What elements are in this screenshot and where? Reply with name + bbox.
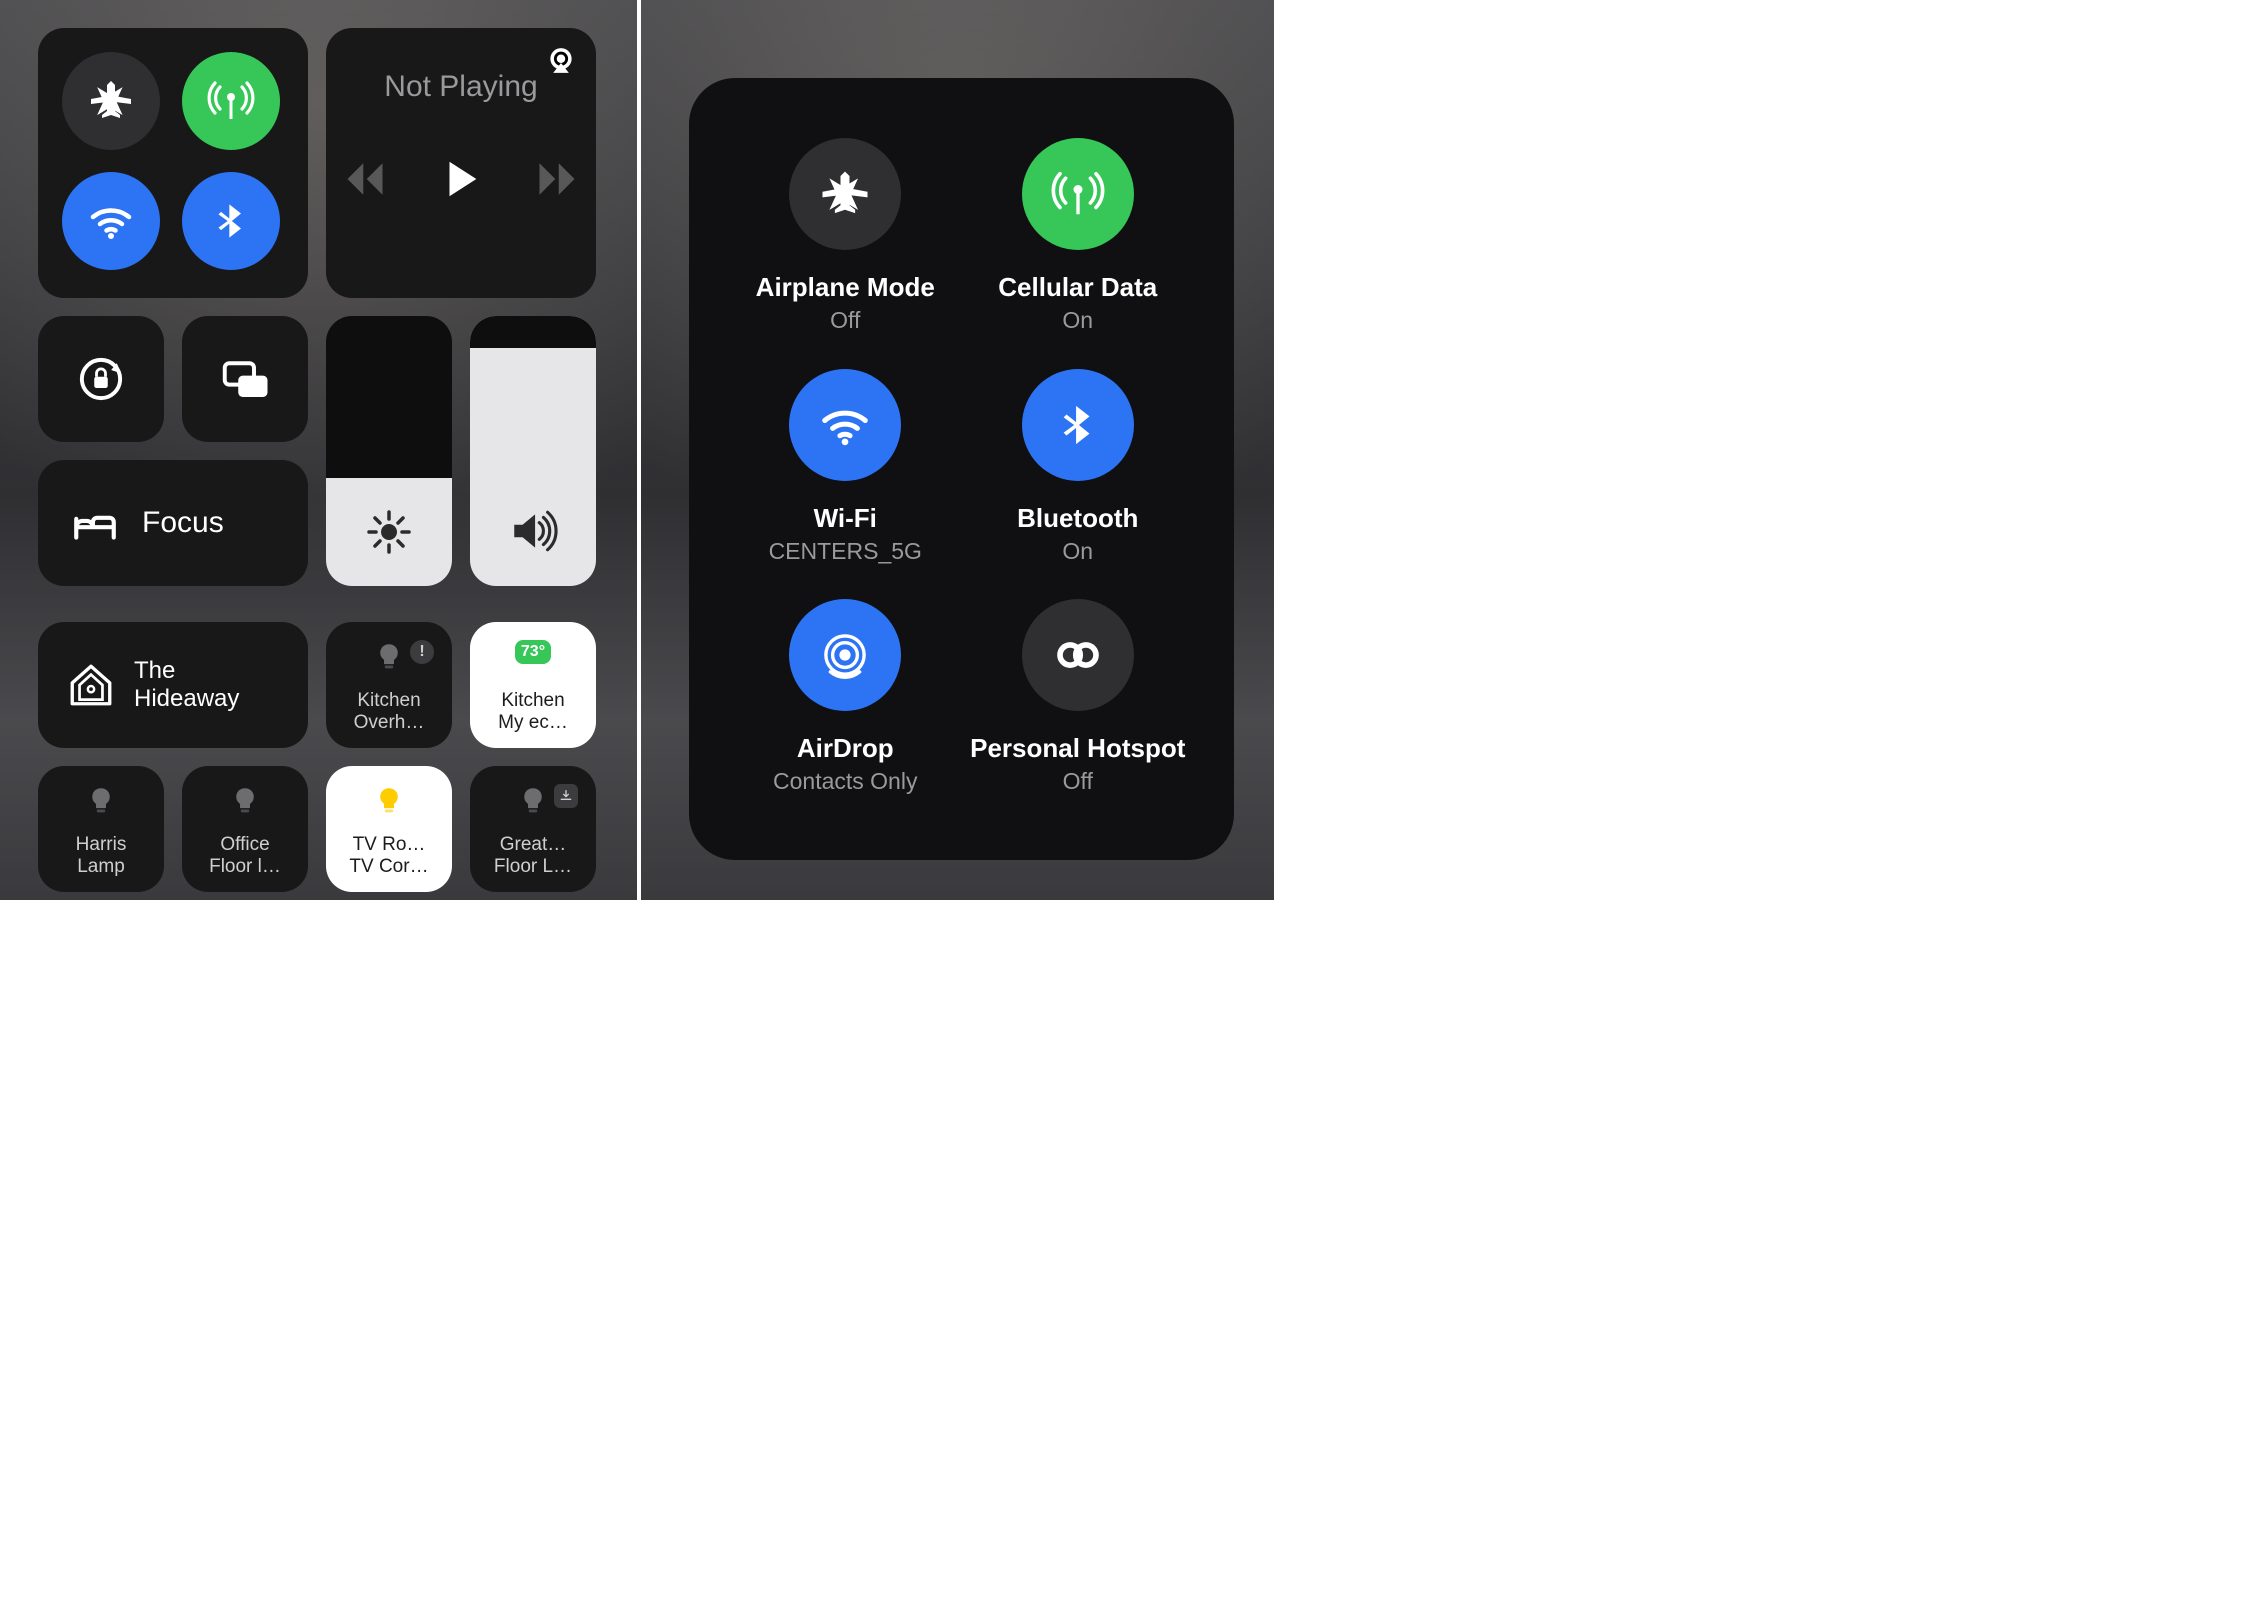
antenna-icon bbox=[1051, 167, 1105, 221]
item-title: Wi-Fi bbox=[814, 503, 877, 534]
cellular-data-item[interactable]: Cellular Data On bbox=[962, 138, 1195, 369]
item-title: Cellular Data bbox=[998, 272, 1157, 303]
now-playing-tile[interactable]: Not Playing bbox=[326, 28, 596, 298]
bulb-icon bbox=[84, 784, 118, 818]
wifi-icon bbox=[818, 398, 872, 452]
home-accessory-tile[interactable]: 73° Kitchen My ec… bbox=[470, 622, 596, 748]
item-title: AirDrop bbox=[797, 733, 894, 764]
wifi-item[interactable]: Wi-Fi CENTERS_5G bbox=[729, 369, 962, 600]
airplay-audio-icon[interactable] bbox=[544, 46, 578, 80]
accessory-sub: Floor l… bbox=[192, 856, 298, 878]
accessory-sub: Floor L… bbox=[480, 856, 586, 878]
rotation-lock-toggle[interactable] bbox=[38, 316, 164, 442]
download-badge-icon bbox=[554, 784, 578, 808]
bluetooth-item[interactable]: Bluetooth On bbox=[962, 369, 1195, 600]
bulb-icon bbox=[516, 784, 550, 818]
warning-badge-icon: ! bbox=[410, 640, 434, 664]
bluetooth-icon bbox=[1055, 398, 1101, 452]
accessory-title: Kitchen bbox=[480, 690, 586, 712]
home-accessory-tile[interactable]: Harris Lamp bbox=[38, 766, 164, 892]
volume-slider[interactable] bbox=[470, 316, 596, 586]
previous-track-button[interactable] bbox=[344, 158, 386, 200]
screen-mirroring-button[interactable] bbox=[182, 316, 308, 442]
bulb-icon bbox=[228, 784, 262, 818]
bluetooth-icon bbox=[211, 197, 251, 245]
accessory-title: TV Ro… bbox=[336, 834, 442, 856]
airdrop-item[interactable]: AirDrop Contacts Only bbox=[729, 599, 962, 830]
item-status: Off bbox=[830, 307, 860, 334]
bed-icon bbox=[70, 498, 120, 548]
play-button[interactable] bbox=[438, 156, 484, 202]
home-house-tile[interactable]: The Hideaway bbox=[38, 622, 308, 748]
item-status: Contacts Only bbox=[773, 768, 917, 795]
bulb-icon bbox=[372, 640, 406, 674]
bluetooth-toggle[interactable] bbox=[182, 172, 280, 270]
home-name-label: The Hideaway bbox=[134, 657, 239, 713]
next-track-button[interactable] bbox=[536, 158, 578, 200]
airdrop-icon bbox=[818, 628, 872, 682]
accessory-sub: My ec… bbox=[480, 712, 586, 734]
home-icon bbox=[66, 660, 116, 710]
connectivity-panel: Airplane Mode Off Cellular Data On Wi-Fi… bbox=[689, 78, 1234, 860]
accessory-title: Harris bbox=[48, 834, 154, 856]
divider bbox=[637, 0, 641, 900]
accessory-title: Kitchen bbox=[336, 690, 442, 712]
item-status: On bbox=[1062, 307, 1093, 334]
temperature-badge: 73° bbox=[515, 640, 551, 664]
item-title: Bluetooth bbox=[1017, 503, 1138, 534]
airplane-icon bbox=[87, 77, 135, 125]
focus-tile[interactable]: Focus bbox=[38, 460, 308, 586]
accessory-sub: TV Cor… bbox=[336, 856, 442, 878]
home-accessory-tile[interactable]: Office Floor l… bbox=[182, 766, 308, 892]
antenna-icon bbox=[207, 77, 255, 125]
cellular-toggle[interactable] bbox=[182, 52, 280, 150]
item-status: CENTERS_5G bbox=[769, 538, 922, 565]
accessory-title: Office bbox=[192, 834, 298, 856]
accessory-sub: Lamp bbox=[48, 856, 154, 878]
accessory-title: Great… bbox=[480, 834, 586, 856]
rotation-lock-icon bbox=[74, 352, 128, 406]
item-title: Airplane Mode bbox=[756, 272, 935, 303]
home-accessory-tile[interactable]: TV Ro… TV Cor… bbox=[326, 766, 452, 892]
wifi-icon bbox=[87, 197, 135, 245]
home-accessory-tile[interactable]: ! Kitchen Overh… bbox=[326, 622, 452, 748]
expanded-connectivity-pane: Airplane Mode Off Cellular Data On Wi-Fi… bbox=[637, 0, 1274, 900]
item-title: Personal Hotspot bbox=[970, 733, 1185, 764]
screen-mirroring-icon bbox=[218, 352, 272, 406]
accessory-sub: Overh… bbox=[336, 712, 442, 734]
airplane-mode-toggle[interactable] bbox=[62, 52, 160, 150]
bulb-on-icon bbox=[372, 784, 406, 818]
brightness-slider[interactable] bbox=[326, 316, 452, 586]
personal-hotspot-item[interactable]: Personal Hotspot Off bbox=[962, 599, 1195, 830]
home-accessory-tile[interactable]: Great… Floor L… bbox=[470, 766, 596, 892]
airplane-mode-item[interactable]: Airplane Mode Off bbox=[729, 138, 962, 369]
item-status: On bbox=[1062, 538, 1093, 565]
hotspot-icon bbox=[1051, 628, 1105, 682]
connectivity-tile[interactable] bbox=[38, 28, 308, 298]
now-playing-status: Not Playing bbox=[384, 70, 537, 104]
focus-label: Focus bbox=[142, 506, 224, 540]
speaker-icon bbox=[508, 506, 558, 556]
wifi-toggle[interactable] bbox=[62, 172, 160, 270]
brightness-icon bbox=[365, 508, 413, 556]
control-center-pane: Not Playing bbox=[0, 0, 637, 900]
airplane-icon bbox=[818, 167, 872, 221]
item-status: Off bbox=[1063, 768, 1093, 795]
